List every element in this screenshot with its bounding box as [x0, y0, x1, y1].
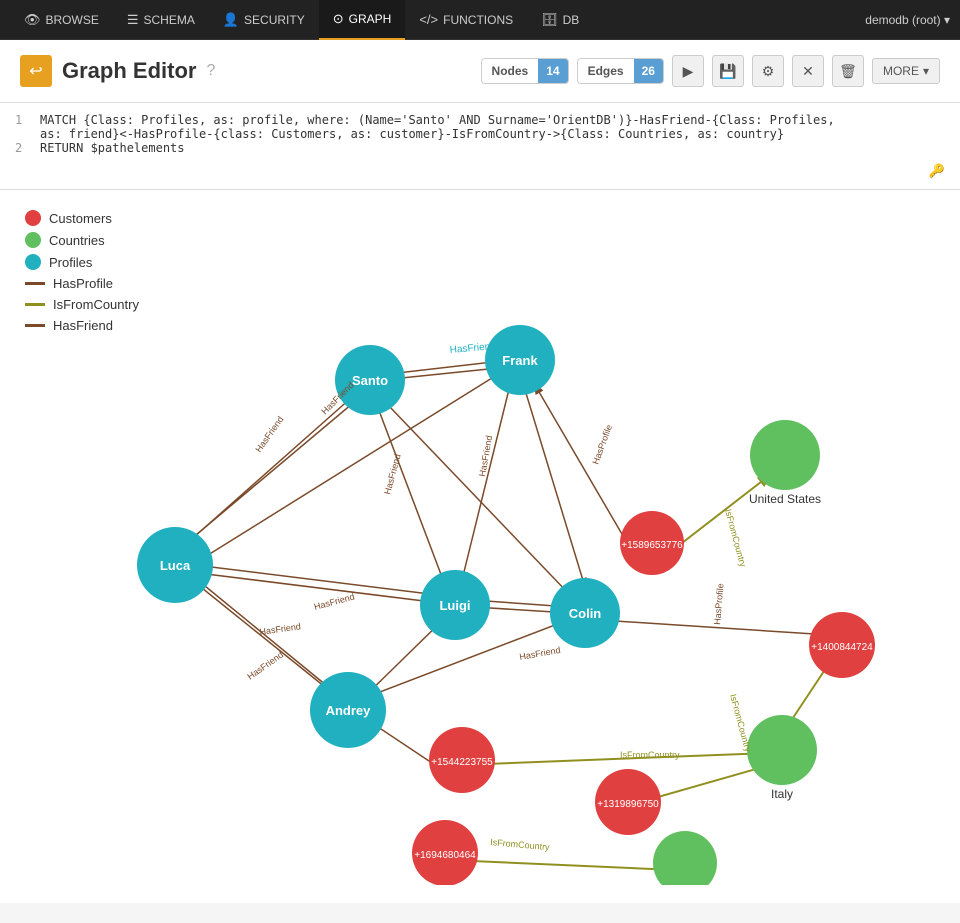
nav-schema[interactable]: ☰ SCHEMA — [113, 0, 209, 40]
node-colin-label: Colin — [569, 606, 602, 621]
nav-security[interactable]: 👤 SECURITY — [209, 0, 319, 40]
graph-svg[interactable]: Frank Santo Luca Luigi Colin Andrey +158… — [15, 205, 945, 885]
hasfriend-line — [25, 324, 45, 327]
node-italy-label: Italy — [771, 787, 793, 801]
chevron-down-icon: ▾ — [923, 64, 929, 78]
legend: Customers Countries Profiles HasProfile … — [25, 210, 139, 339]
node-frank-label: Frank — [502, 353, 538, 368]
legend-hasfriend: HasFriend — [25, 318, 139, 333]
edge-frank-luigi — [462, 377, 512, 580]
query-editor[interactable]: 1 MATCH {Class: Profiles, as: profile, w… — [0, 103, 960, 190]
edge-cust5-ukraine — [450, 860, 675, 870]
edge-label-hasprofile-1: HasProfile — [590, 423, 614, 465]
edge-label-hasprofile-2: HasProfile — [712, 583, 726, 625]
keyboard-icon[interactable]: ⌨ — [15, 163, 34, 179]
functions-icon: </> — [419, 12, 438, 27]
node-us[interactable] — [750, 420, 820, 490]
nav-browse[interactable]: 👁 BROWSE — [10, 0, 113, 40]
edge-label-hasfriend-luca-luigi: HasFriend — [313, 592, 356, 612]
legend-isfromcountry: IsFromCountry — [25, 297, 139, 312]
query-line-2: as: friend}<-HasProfile-{class: Customer… — [15, 127, 945, 141]
nav-db[interactable]: 🗄 DB — [527, 0, 593, 40]
legend-countries: Countries — [25, 232, 139, 248]
node-cust-1694-label: +1694680464 — [414, 850, 476, 861]
node-santo-label: Santo — [352, 373, 388, 388]
save-button[interactable]: 💾 — [712, 55, 744, 87]
customers-dot — [25, 210, 41, 226]
page-title-area: ↩ Graph Editor ? — [20, 55, 215, 87]
edge-label-hasfriend-luca-andrey: HasFriend — [245, 650, 285, 682]
edge-label-hasfriend-luigi-colin: HasFriend — [519, 645, 562, 662]
node-italy[interactable] — [747, 715, 817, 785]
legend-hasprofile: HasProfile — [25, 276, 139, 291]
edge-luca-andrey — [192, 580, 335, 695]
browse-icon: 👁 — [24, 12, 41, 28]
nav-graph[interactable]: ⊙ GRAPH — [319, 0, 406, 40]
nodes-count: 14 — [538, 59, 567, 83]
legend-customers: Customers — [25, 210, 139, 226]
key-icon: 🔑 — [929, 163, 945, 179]
help-icon[interactable]: ? — [206, 62, 215, 80]
edge-luca-luigi — [198, 573, 440, 603]
edge-frank-colin — [522, 380, 585, 587]
node-cust-1589-label: +1589653776 — [621, 540, 683, 551]
edge-label-hasfriend-luigi2: HasFriend — [477, 435, 494, 478]
node-andrey-label: Andrey — [326, 703, 372, 718]
header-controls: Nodes 14 Edges 26 ▶ 💾 ⚙ ✕ 🗑 MORE ▾ — [481, 55, 940, 87]
isfromcountry-line — [25, 303, 45, 306]
query-line-1: 1 MATCH {Class: Profiles, as: profile, w… — [15, 113, 945, 127]
more-button[interactable]: MORE ▾ — [872, 58, 940, 84]
page-title: Graph Editor — [62, 58, 196, 84]
edges-label: Edges — [578, 59, 634, 83]
query-footer: ⌨ 🔑 — [15, 163, 945, 179]
graph-editor-icon: ↩ — [20, 55, 52, 87]
node-luca-label: Luca — [160, 558, 191, 573]
node-us-label: United States — [749, 492, 821, 506]
query-line-3: 2 RETURN $pathelements — [15, 141, 945, 155]
edge-label-hasfriend-luigi1: HasFriend — [382, 453, 402, 496]
node-ukraine[interactable] — [653, 831, 717, 885]
edge-santo-colin — [388, 405, 570, 595]
edges-count: 26 — [634, 59, 663, 83]
nodes-label: Nodes — [482, 59, 539, 83]
db-icon: 🗄 — [541, 12, 558, 28]
page-header: ↩ Graph Editor ? Nodes 14 Edges 26 ▶ 💾 ⚙… — [0, 40, 960, 103]
security-icon: 👤 — [223, 12, 239, 28]
main-content: ↩ Graph Editor ? Nodes 14 Edges 26 ▶ 💾 ⚙… — [0, 40, 960, 923]
edge-label-hasfriend-luca-luigi2: HasFriend — [259, 621, 302, 637]
play-button[interactable]: ▶ — [672, 55, 704, 87]
legend-profiles: Profiles — [25, 254, 139, 270]
edge-cust3-italy — [460, 753, 768, 765]
edge-luigi-luca — [195, 565, 438, 595]
graph-area: Customers Countries Profiles HasProfile … — [0, 190, 960, 903]
edge-label-isfromcountry-1: IsFromCountry — [723, 508, 748, 569]
edge-label-hasfriend-sl: HasFriend — [253, 414, 285, 454]
nav-user[interactable]: demodb (root) ▾ — [865, 13, 950, 27]
graph-icon: ⊙ — [333, 11, 344, 27]
top-navigation: 👁 BROWSE ☰ SCHEMA 👤 SECURITY ⊙ GRAPH </>… — [0, 0, 960, 40]
fullscreen-button[interactable]: ✕ — [792, 55, 824, 87]
nav-functions[interactable]: </> FUNCTIONS — [405, 0, 527, 40]
node-cust-1400-label: +1400844724 — [811, 642, 873, 653]
node-cust-1544-label: +1544223755 — [431, 757, 493, 768]
countries-dot — [25, 232, 41, 248]
hasprofile-line — [25, 282, 45, 285]
edges-badge[interactable]: Edges 26 — [577, 58, 664, 84]
node-luigi-label: Luigi — [439, 598, 470, 613]
edge-label-isfromcountry-2: IsFromCountry — [728, 693, 753, 754]
settings-button[interactable]: ⚙ — [752, 55, 784, 87]
nodes-badge[interactable]: Nodes 14 — [481, 58, 569, 84]
node-cust-1319-label: +1319896750 — [597, 799, 659, 810]
profiles-dot — [25, 254, 41, 270]
edge-label-isfromcountry-4: IsFromCountry — [490, 837, 551, 852]
delete-button[interactable]: 🗑 — [832, 55, 864, 87]
edge-label-isfromcountry-3: IsFromCountry — [620, 750, 680, 760]
schema-icon: ☰ — [127, 12, 139, 28]
